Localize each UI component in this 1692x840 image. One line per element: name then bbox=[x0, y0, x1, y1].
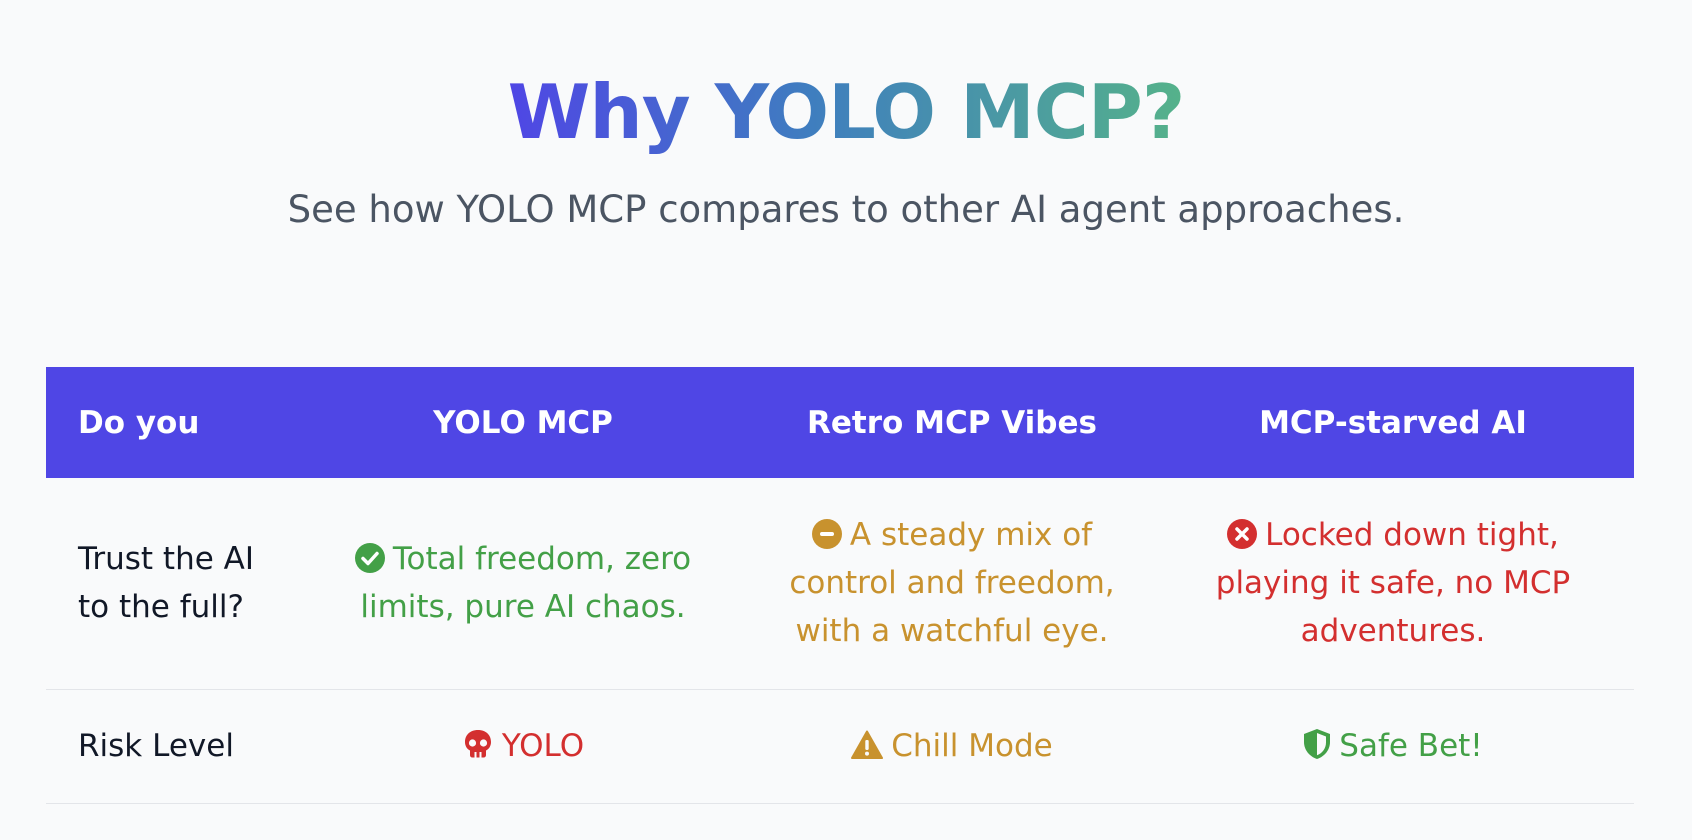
cell-text: Locked down tight, playing it safe, no M… bbox=[1215, 517, 1571, 650]
cell-trust-starved: Locked down tight, playing it safe, no M… bbox=[1152, 478, 1634, 690]
cell-risk-retro: Chill Mode bbox=[752, 689, 1152, 804]
page: Why YOLO MCP? See how YOLO MCP compares … bbox=[0, 0, 1692, 840]
page-title-text: Why YOLO MCP? bbox=[507, 68, 1186, 156]
cell-risk-starved: Safe Bet! bbox=[1152, 689, 1634, 804]
table-row-risk: Risk Level YOLO Chill Mode Safe Bet! bbox=[46, 689, 1634, 804]
table-row-trust: Trust the AI to the full? Total freedom,… bbox=[46, 478, 1634, 690]
check-circle-icon bbox=[354, 543, 385, 574]
page-subtitle: See how YOLO MCP compares to other AI ag… bbox=[287, 188, 1405, 231]
row-label-trust: Trust the AI to the full? bbox=[46, 478, 294, 690]
column-header-do-you: Do you bbox=[46, 367, 294, 478]
comparison-table: Do you YOLO MCP Retro MCP Vibes MCP-star… bbox=[46, 367, 1634, 804]
shield-icon bbox=[1303, 728, 1331, 760]
row-label-risk: Risk Level bbox=[46, 689, 294, 804]
cell-risk-yolo: YOLO bbox=[294, 689, 752, 804]
cell-text: Total freedom, zero limits, pure AI chao… bbox=[360, 541, 692, 626]
minus-circle-icon bbox=[811, 519, 842, 550]
cell-text: YOLO bbox=[501, 728, 585, 764]
cell-text: Safe Bet! bbox=[1339, 728, 1483, 764]
cell-trust-retro: A steady mix of control and freedom, wit… bbox=[752, 478, 1152, 690]
column-header-yolo-mcp: YOLO MCP bbox=[294, 367, 752, 478]
cell-text: Chill Mode bbox=[891, 728, 1053, 764]
column-header-mcp-starved-ai: MCP-starved AI bbox=[1152, 367, 1634, 478]
table-header-row: Do you YOLO MCP Retro MCP Vibes MCP-star… bbox=[46, 367, 1634, 478]
skull-icon bbox=[462, 728, 494, 760]
cell-trust-yolo: Total freedom, zero limits, pure AI chao… bbox=[294, 478, 752, 690]
x-circle-icon bbox=[1227, 519, 1258, 550]
warning-triangle-icon bbox=[851, 730, 884, 760]
column-header-retro-mcp-vibes: Retro MCP Vibes bbox=[752, 367, 1152, 478]
page-title: Why YOLO MCP? bbox=[0, 64, 1692, 160]
